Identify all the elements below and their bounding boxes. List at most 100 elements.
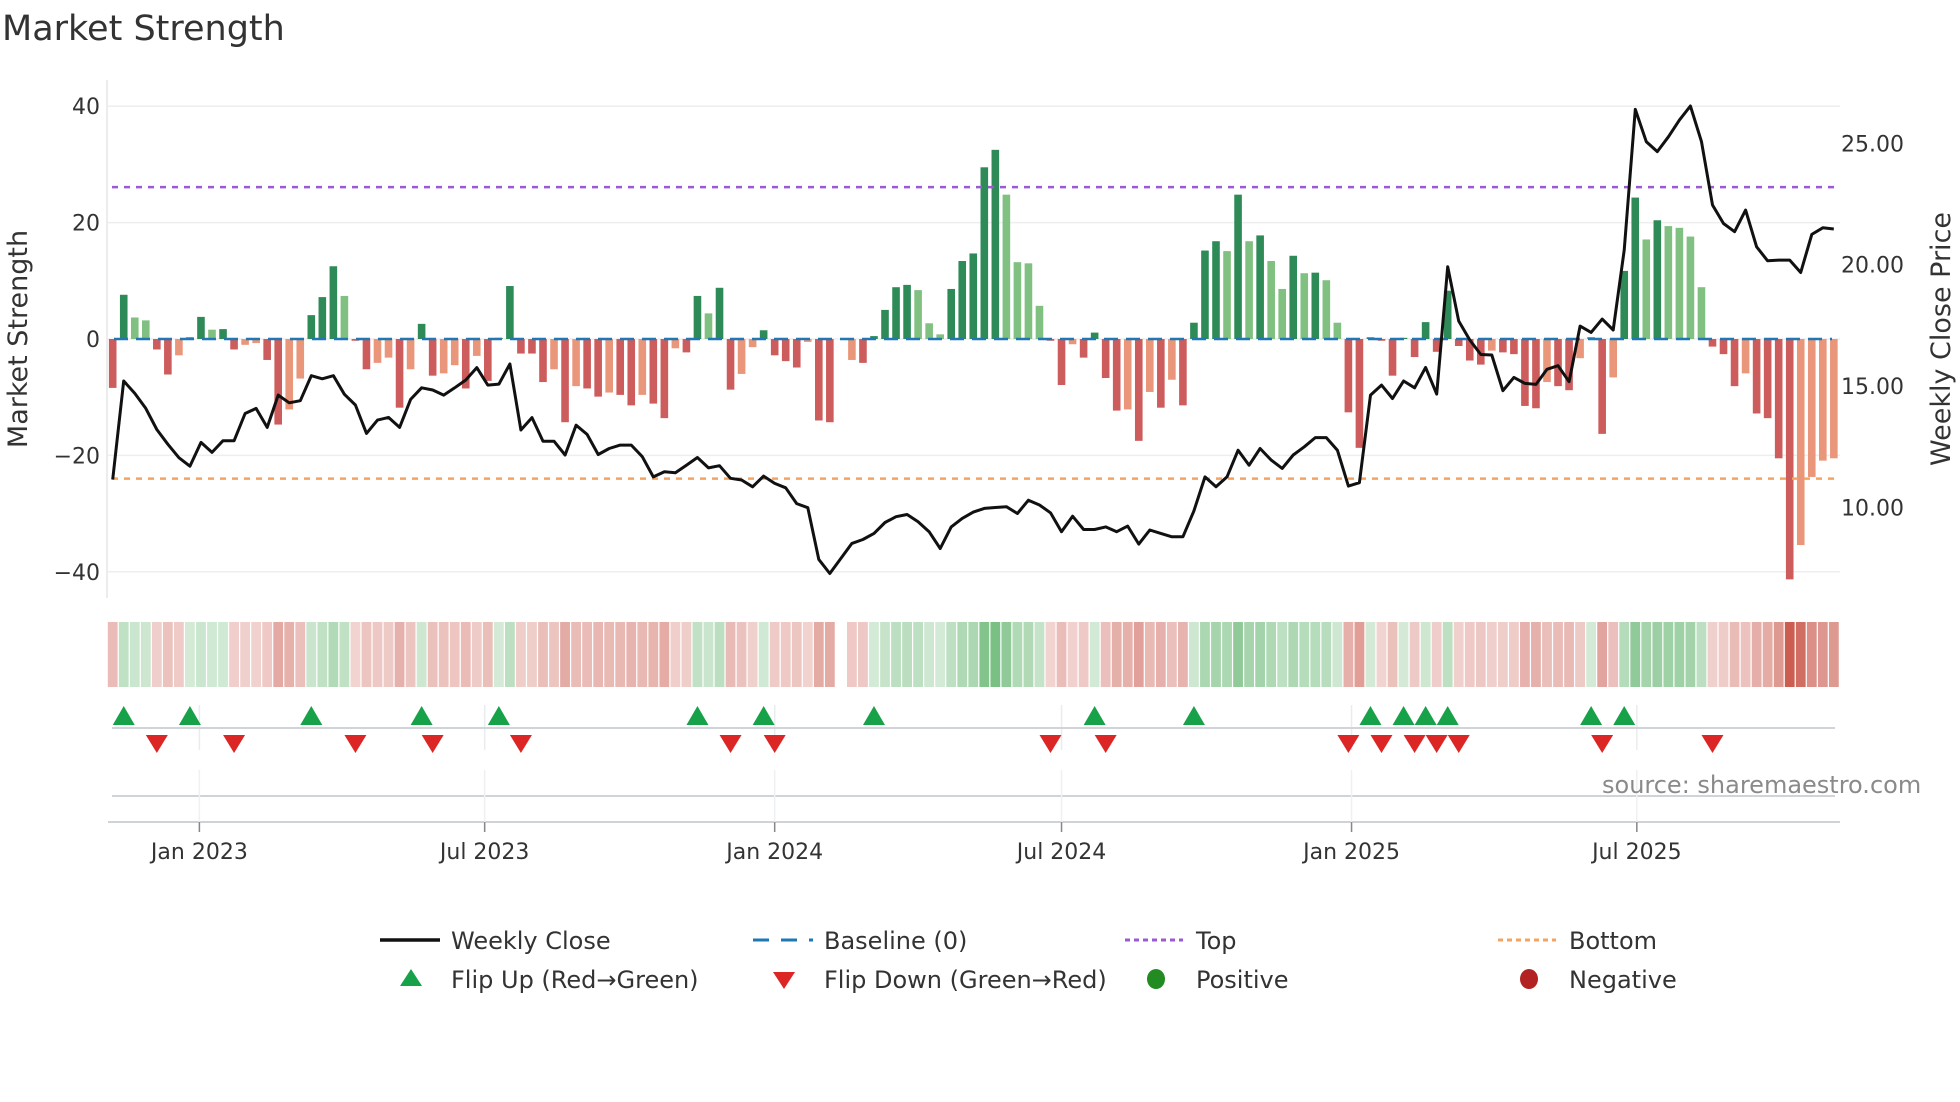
right-tick-label: 25.00 (1841, 132, 1904, 157)
strength-bar (991, 149, 1000, 339)
strip-cell (1475, 622, 1486, 687)
strength-bar (969, 253, 978, 339)
right-axis-label: Weekly Close Price (1926, 212, 1957, 466)
strip-cell (1564, 622, 1574, 687)
flip-down-icon (1337, 735, 1360, 753)
flip-down-icon (509, 735, 532, 753)
strength-bar (1134, 339, 1143, 441)
strength-bar (329, 266, 338, 339)
right-tick-label: 10.00 (1841, 496, 1904, 521)
strength-bar (318, 297, 327, 339)
strip-cell (1641, 622, 1652, 687)
strip-cell (1696, 622, 1707, 687)
strength-bar (484, 339, 492, 381)
legend-item: Bottom (1498, 927, 1657, 955)
strength-bar (362, 339, 371, 370)
strength-bar (1752, 339, 1761, 414)
strength-bar (373, 339, 382, 363)
strip-cell (162, 622, 173, 687)
legend-label: Negative (1569, 966, 1677, 994)
strength-bar (175, 339, 183, 356)
strip-cell (1166, 622, 1177, 687)
legend-label: Positive (1196, 966, 1289, 994)
legend-item: Positive (1147, 966, 1289, 994)
strip-cell (295, 622, 306, 687)
strip-cell (273, 622, 284, 687)
strip-cell (306, 622, 317, 687)
strength-bar (450, 339, 459, 366)
x-tick-label: Jan 2023 (149, 840, 248, 865)
strip-cell (1486, 622, 1497, 687)
strength-bar (1212, 241, 1220, 339)
strip-cell (1762, 622, 1773, 687)
strip-cell (416, 622, 427, 687)
strip-cell (1531, 622, 1541, 687)
flip-up-icon (178, 706, 201, 725)
strip-cell (747, 622, 758, 687)
strength-bar (1521, 339, 1529, 406)
strip-cell (1100, 622, 1111, 687)
right-tick-label: 15.00 (1841, 375, 1904, 400)
strength-bar (153, 339, 161, 350)
strip-cell (549, 622, 559, 687)
flip-up-icon (1083, 706, 1106, 725)
left-tick-label: 20 (72, 212, 100, 237)
strip-cell (1409, 622, 1420, 687)
flip-down-icon (344, 735, 367, 753)
flip-up-icon (862, 706, 885, 725)
strip-cell (460, 622, 471, 687)
strength-bar (1631, 197, 1640, 339)
strip-cell (659, 622, 670, 687)
strength-bar (1112, 339, 1121, 411)
strip-cell (1045, 622, 1056, 687)
legend-label: Top (1195, 927, 1237, 955)
strip-cell (427, 622, 438, 687)
strength-bar (947, 288, 956, 339)
strip-cell (538, 622, 548, 687)
strength-bar (1421, 322, 1430, 339)
strip-cell (847, 622, 857, 687)
strip-cell (1553, 622, 1563, 687)
strip-cell (527, 622, 537, 687)
strip-cell (361, 622, 372, 687)
left-axis-ticks: 40 20 0 −20 −40 (54, 95, 100, 586)
strip-cell (946, 622, 957, 687)
strength-bar (285, 339, 294, 410)
flip-down-icon (719, 735, 742, 753)
flip-up-icon (1182, 706, 1205, 725)
strip-cell (1067, 622, 1078, 687)
strip-cell (218, 622, 228, 687)
strip-cell (1575, 622, 1585, 687)
strength-bar (1510, 339, 1518, 355)
strength-bar (1245, 241, 1253, 339)
strength-bar (925, 323, 933, 339)
strip-cell (1619, 622, 1630, 687)
strength-bar (219, 329, 227, 339)
strip-cell (869, 622, 879, 687)
legend-item: Negative (1520, 966, 1677, 994)
legend-item: Flip Down (Green→Red) (773, 966, 1107, 994)
strength-bar (903, 284, 911, 339)
legend-item: Flip Up (Red→Green) (400, 966, 699, 994)
strength-bar (1267, 261, 1275, 339)
strip-cell (1133, 622, 1144, 687)
strip-cell (438, 622, 449, 687)
strip-cell (1597, 622, 1608, 687)
strip-cell (240, 622, 250, 687)
strip-cell (1420, 622, 1431, 687)
legend-item: Baseline (0) (753, 927, 967, 955)
left-tick-label: −40 (54, 561, 100, 586)
market-strength-chart: Market Strength 40 20 0 −20 −40 25.00 20.00 15… (2, 9, 1957, 994)
strength-bar (1201, 250, 1209, 339)
strip-cell (1222, 622, 1232, 687)
strength-bar (1278, 288, 1286, 339)
flip-up-icon (1414, 706, 1437, 725)
strength-bar (1289, 255, 1298, 339)
strip-cell (516, 622, 526, 687)
strength-bar (682, 339, 691, 353)
strip-cell (1034, 622, 1045, 687)
strength-bar (528, 339, 536, 354)
strength-bar (1123, 339, 1132, 410)
strip-cell (1663, 622, 1674, 687)
strip-cell (1144, 622, 1155, 687)
